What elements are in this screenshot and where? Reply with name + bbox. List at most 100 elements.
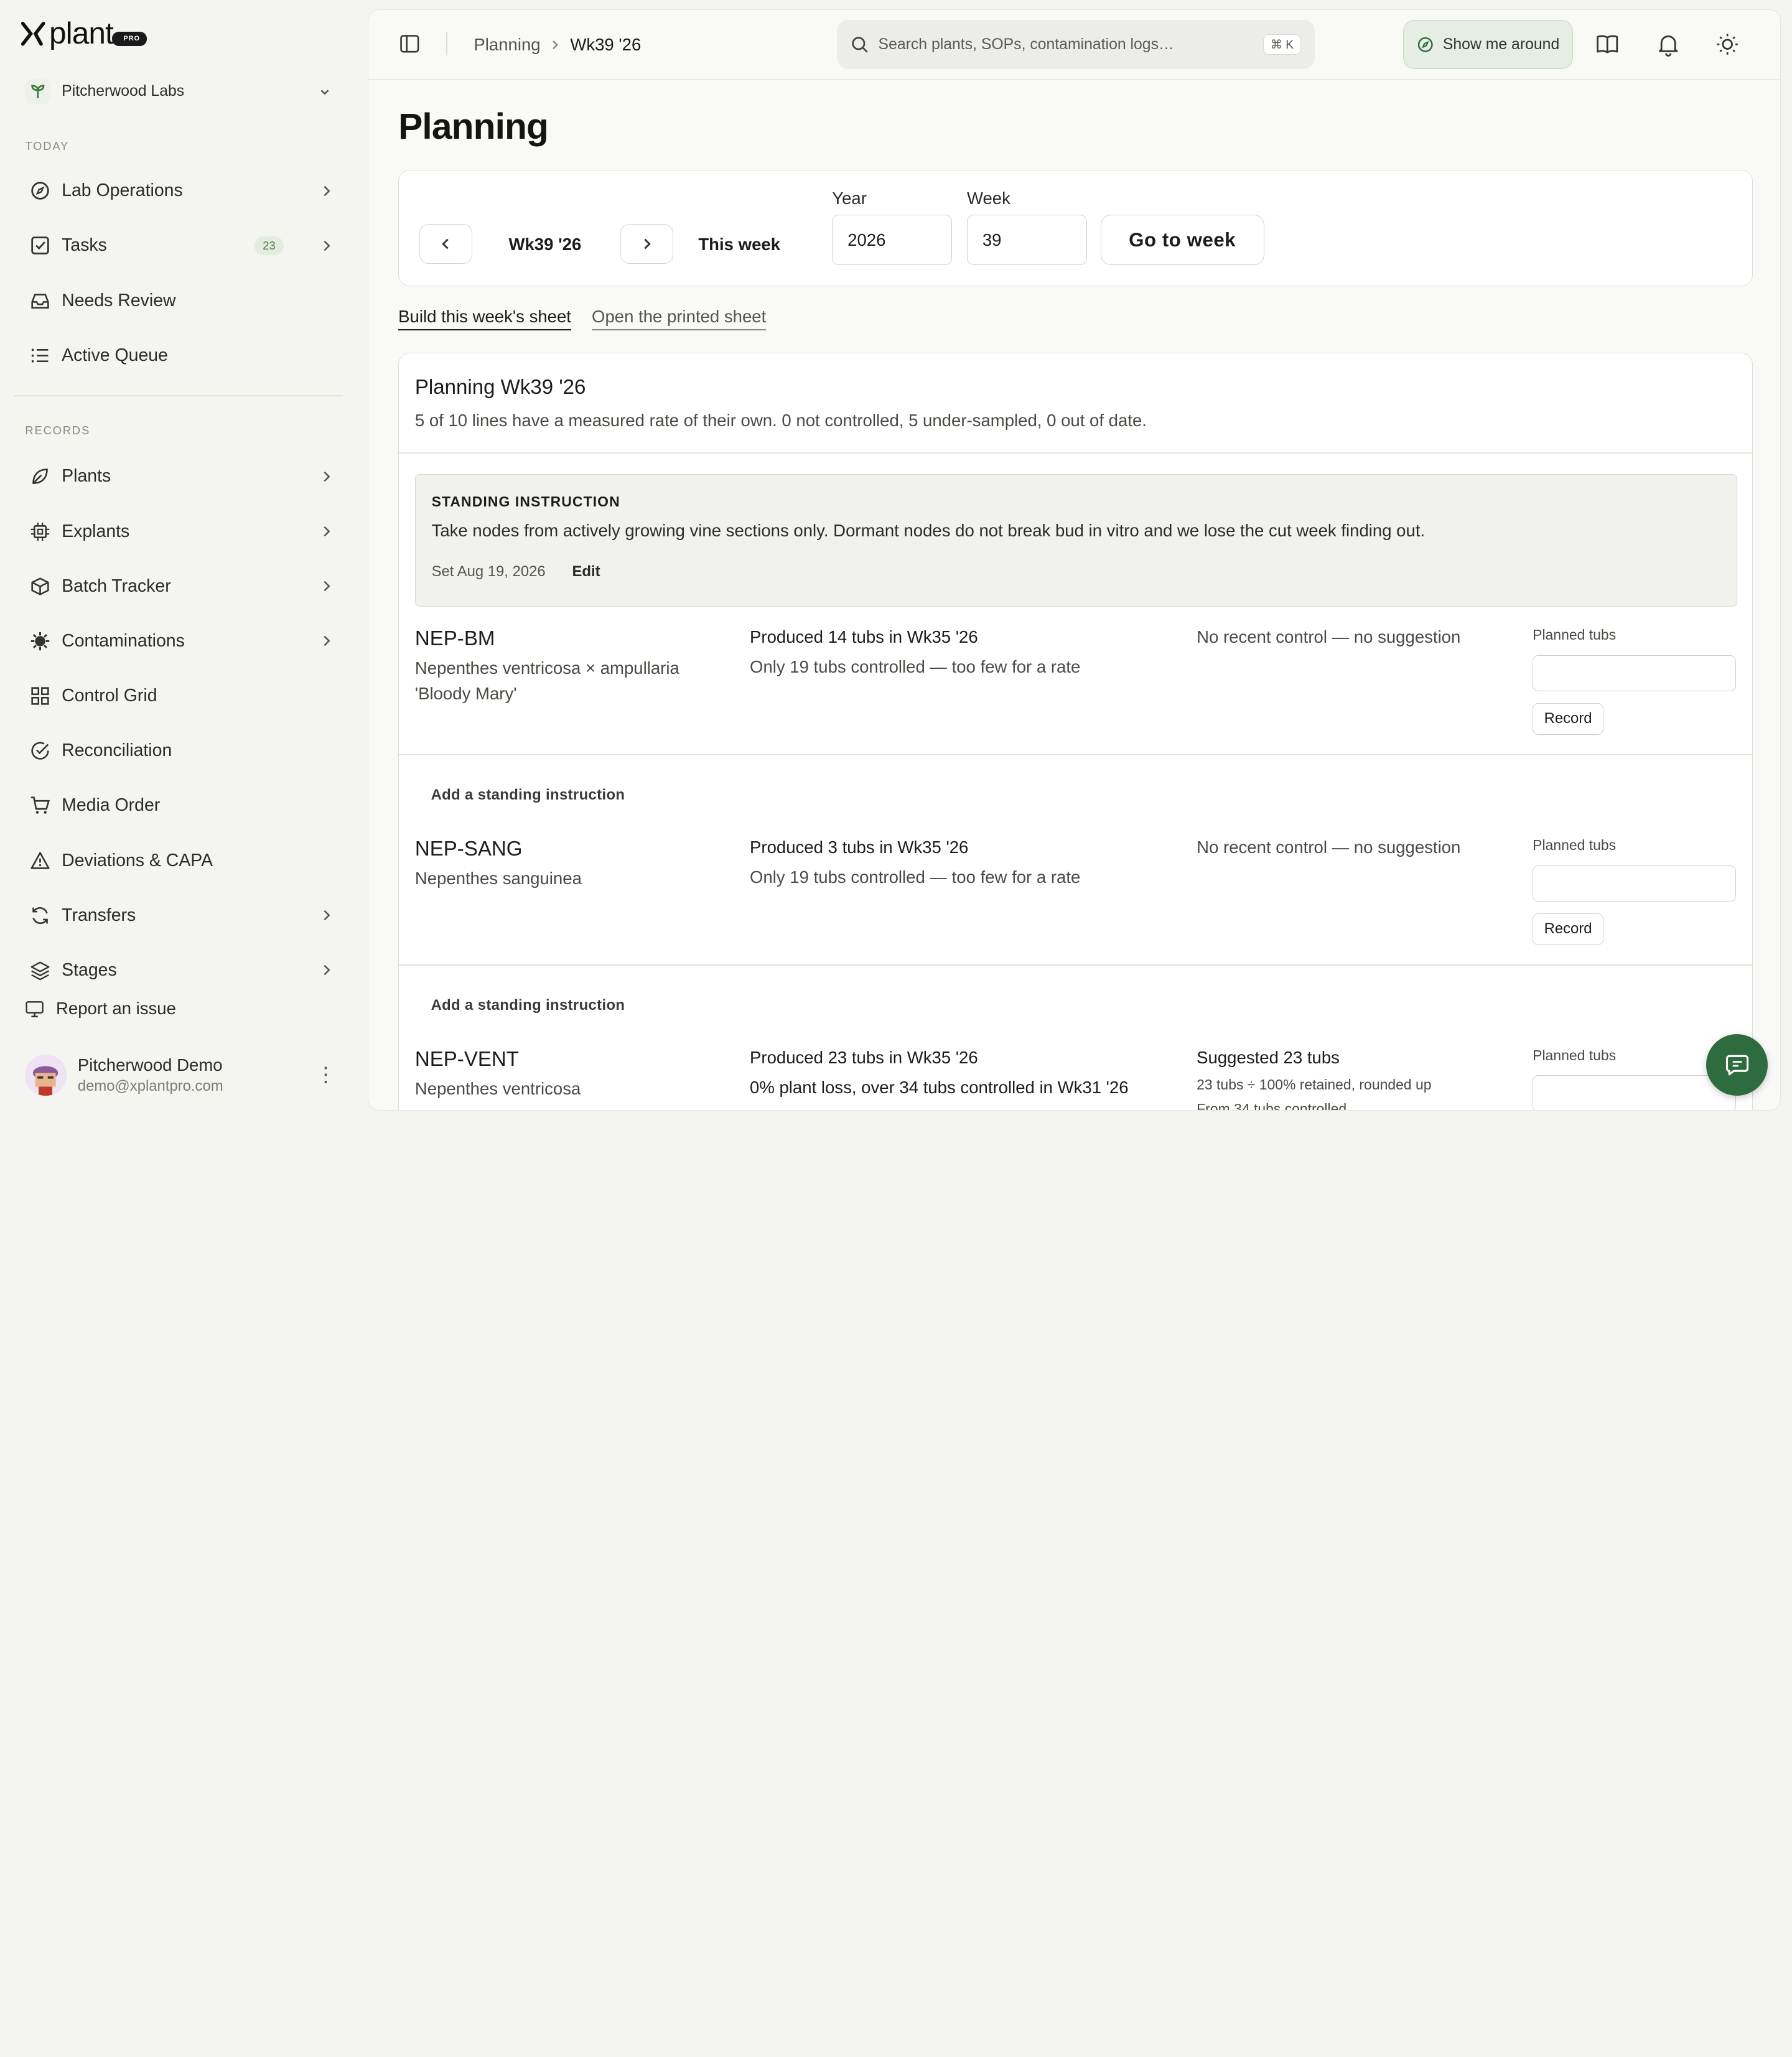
compass-icon bbox=[1417, 37, 1433, 52]
breadcrumb-current: Wk39 '26 bbox=[570, 35, 642, 55]
user-info: Pitcherwood Demo demo@xplantpro.com bbox=[78, 1055, 223, 1095]
sidebar-item-lab-operations[interactable]: Lab Operations bbox=[16, 168, 343, 213]
refresh-icon bbox=[30, 905, 50, 926]
check-circle-icon bbox=[30, 740, 50, 761]
section-label-records: RECORDS bbox=[25, 424, 91, 437]
sidebar-item-active-queue[interactable]: Active Queue bbox=[16, 332, 343, 378]
row-produced: Produced 3 tubs in Wk35 '26 bbox=[750, 837, 969, 857]
bell-icon[interactable] bbox=[1656, 32, 1681, 62]
chat-button[interactable] bbox=[1706, 1034, 1768, 1096]
avatar bbox=[25, 1055, 67, 1096]
next-week-button[interactable] bbox=[620, 224, 673, 264]
sun-icon[interactable] bbox=[1715, 32, 1740, 62]
sidebar-item-label: Reconciliation bbox=[62, 740, 172, 761]
row-plant-name: Nepenthes ventricosa bbox=[414, 1079, 581, 1099]
chevron-right-icon bbox=[553, 40, 559, 49]
sidebar-item-deviations-capa[interactable]: Deviations & CAPA bbox=[16, 837, 343, 883]
chevron-right-icon bbox=[324, 185, 330, 196]
sidebar-item-contaminations[interactable]: Contaminations bbox=[16, 618, 343, 664]
search-icon bbox=[852, 37, 869, 53]
row-control: Only 19 tubs controlled — too few for a … bbox=[750, 867, 1081, 887]
book-icon[interactable] bbox=[1595, 32, 1620, 62]
more-vertical-icon[interactable]: ⋮ bbox=[315, 1065, 336, 1085]
sidebar-item-label: Transfers bbox=[62, 905, 136, 925]
sidebar-item-explants[interactable]: Explants bbox=[16, 508, 343, 554]
report-issue-label: Report an issue bbox=[55, 999, 176, 1019]
planned-tubs-label: Planned tubs bbox=[1533, 836, 1617, 853]
sidebar-item-batch-tracker[interactable]: Batch Tracker bbox=[16, 563, 343, 609]
leaf-icon bbox=[30, 466, 50, 487]
sidebar-item-transfers[interactable]: Transfers bbox=[16, 892, 343, 938]
page-title: Planning bbox=[398, 106, 549, 147]
go-to-week-button[interactable]: Go to week bbox=[1100, 215, 1264, 266]
user-email: demo@xplantpro.com bbox=[77, 1078, 223, 1095]
user-menu[interactable]: Pitcherwood Demo demo@xplantpro.com ⋮ bbox=[25, 1049, 336, 1101]
instruction-date: Set Aug 19, 2026 bbox=[431, 562, 546, 580]
sidebar-item-label: Media Order bbox=[62, 795, 161, 816]
show-me-around-button[interactable]: Show me around bbox=[1402, 20, 1574, 70]
this-week-button[interactable]: This week bbox=[698, 235, 780, 254]
sidebar-toggle-icon[interactable] bbox=[398, 32, 421, 60]
tab-printed-sheet[interactable]: Open the printed sheet bbox=[592, 307, 767, 330]
year-label: Year bbox=[832, 189, 867, 208]
prev-week-button[interactable] bbox=[419, 224, 472, 264]
sidebar-item-label: Batch Tracker bbox=[62, 576, 171, 596]
instruction-text: Take nodes from actively growing vine se… bbox=[431, 520, 1426, 540]
sidebar-item-tasks[interactable]: Tasks 23 bbox=[16, 223, 343, 268]
sidebar-item-label: Plants bbox=[62, 466, 111, 487]
sidebar-item-control-grid[interactable]: Control Grid bbox=[16, 673, 343, 719]
week-field[interactable] bbox=[966, 215, 1087, 266]
row-suggestion: No recent control — no suggestion bbox=[1197, 837, 1461, 857]
row-plant-name: Nepenthes ventricosa × ampullaria 'Blood… bbox=[414, 658, 679, 703]
report-issue-link[interactable]: Report an issue bbox=[25, 999, 176, 1019]
sprout-icon bbox=[25, 78, 50, 105]
add-standing-instruction-button[interactable]: Add a standing instruction bbox=[431, 786, 625, 804]
planned-tubs-label: Planned tubs bbox=[1533, 626, 1617, 643]
monitor-icon bbox=[26, 1001, 44, 1017]
add-standing-instruction-button[interactable]: Add a standing instruction bbox=[431, 997, 625, 1014]
org-switcher[interactable]: Pitcherwood Labs bbox=[25, 75, 331, 107]
chevron-right-icon bbox=[324, 526, 330, 537]
xplant-logo-icon bbox=[21, 21, 45, 46]
instruction-heading: STANDING INSTRUCTION bbox=[431, 493, 620, 510]
main-panel: Planning Wk39 '26 Search plants, SOPs, c… bbox=[368, 9, 1781, 1111]
current-week-label: Wk39 '26 bbox=[508, 234, 582, 254]
row-code: NEP-VENT bbox=[414, 1048, 519, 1071]
planned-tubs-input[interactable] bbox=[1533, 1075, 1737, 1111]
breadcrumb: Planning Wk39 '26 bbox=[474, 35, 641, 55]
app-root: plant PRO Pitcherwood Labs TODAY Lab Ope… bbox=[0, 0, 1792, 1120]
sidebar-item-label: Tasks bbox=[62, 235, 107, 256]
chevron-right-icon bbox=[324, 240, 330, 251]
breadcrumb-planning[interactable]: Planning bbox=[474, 35, 540, 55]
row-divider bbox=[399, 964, 1752, 966]
top-bar: Planning Wk39 '26 Search plants, SOPs, c… bbox=[368, 9, 1780, 80]
record-button[interactable]: Record bbox=[1533, 913, 1604, 946]
section-label-today: TODAY bbox=[25, 139, 70, 153]
planned-tubs-input[interactable] bbox=[1533, 655, 1737, 692]
year-field[interactable] bbox=[832, 215, 953, 266]
tab-build-sheet[interactable]: Build this week's sheet bbox=[398, 307, 571, 330]
week-label: Week bbox=[966, 189, 1010, 208]
chevron-right-icon bbox=[324, 471, 330, 482]
org-name: Pitcherwood Labs bbox=[62, 82, 185, 100]
search-placeholder: Search plants, SOPs, contamination logs… bbox=[878, 35, 1174, 53]
sidebar-item-needs-review[interactable]: Needs Review bbox=[16, 278, 343, 323]
brand-logo[interactable]: plant PRO bbox=[21, 18, 147, 49]
sheet-summary: 5 of 10 lines have a measured rate of th… bbox=[414, 410, 1147, 430]
show-me-around-label: Show me around bbox=[1442, 35, 1560, 53]
sidebar-item-reconciliation[interactable]: Reconciliation bbox=[16, 728, 343, 773]
sidebar-item-plants[interactable]: Plants bbox=[16, 454, 343, 499]
row-divider bbox=[399, 754, 1752, 756]
search-input[interactable]: Search plants, SOPs, contamination logs…… bbox=[837, 20, 1315, 70]
chevron-right-icon bbox=[324, 636, 330, 646]
chevron-left-icon bbox=[442, 238, 449, 250]
sidebar-item-stages[interactable]: Stages bbox=[16, 948, 343, 993]
planned-tubs-input[interactable] bbox=[1533, 865, 1737, 902]
box-icon bbox=[30, 576, 50, 597]
edit-instruction-button[interactable]: Edit bbox=[572, 563, 600, 581]
cart-icon bbox=[30, 795, 50, 816]
topbar-separator bbox=[446, 32, 448, 56]
row-suggestion-detail: 23 tubs ÷ 100% retained, rounded up bbox=[1197, 1076, 1432, 1093]
sidebar-item-media-order[interactable]: Media Order bbox=[16, 783, 343, 828]
record-button[interactable]: Record bbox=[1533, 702, 1604, 735]
